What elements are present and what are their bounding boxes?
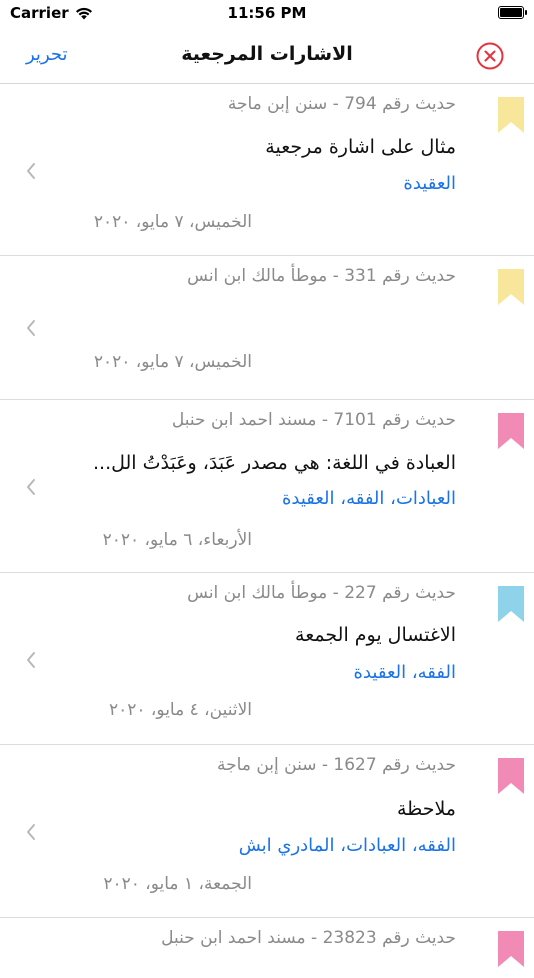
nav-bar: تحرير الاشارات المرجعية: [0, 26, 534, 84]
bookmark-row[interactable]: حديث رقم 794 - سنن إبن ماجة مثال على اشار…: [0, 84, 534, 256]
page-title: الاشارات المرجعية: [181, 43, 353, 65]
bookmark-icon: [498, 758, 524, 794]
bookmark-row[interactable]: حديث رقم 331 - موطأ مالك ابن انس الخميس، …: [0, 256, 534, 400]
bookmark-tags[interactable]: العقيدة: [403, 173, 456, 194]
bookmark-tags[interactable]: الفقه، العقيدة: [354, 662, 456, 683]
hadith-reference: حديث رقم 23823 - مسند احمد ابن حنبل: [161, 928, 456, 948]
bookmark-list: حديث رقم 794 - سنن إبن ماجة مثال على اشار…: [0, 84, 534, 978]
bookmark-note: ملاحظة: [396, 798, 456, 820]
chevron-left-icon[interactable]: [24, 318, 38, 338]
hadith-reference: حديث رقم 1627 - سنن إبن ماجة: [217, 755, 456, 775]
bookmark-row[interactable]: حديث رقم 1627 - سنن إبن ماجة ملاحظة الفقه،…: [0, 745, 534, 918]
bookmark-note: مثال على اشارة مرجعية: [265, 136, 456, 158]
bookmark-tags[interactable]: العبادات، الفقه، العقيدة: [282, 488, 456, 509]
bookmark-row[interactable]: حديث رقم 227 - موطأ مالك ابن انس الاغتسال…: [0, 573, 534, 745]
status-right: [498, 6, 527, 19]
status-time: 11:56 PM: [227, 4, 307, 22]
bookmark-date: الخميس، ٧ مايو، ٢٠٢٠: [93, 352, 252, 372]
status-bar: Carrier 11:56 PM: [0, 0, 534, 26]
chevron-left-icon[interactable]: [24, 161, 38, 181]
battery-icon: [498, 6, 527, 19]
bookmark-icon: [498, 269, 524, 305]
bookmark-row[interactable]: حديث رقم 23823 - مسند احمد ابن حنبل: [0, 918, 534, 978]
chevron-left-icon[interactable]: [24, 477, 38, 497]
bookmark-icon: [498, 413, 524, 449]
bookmark-icon: [498, 97, 524, 133]
hadith-reference: حديث رقم 794 - سنن إبن ماجة: [227, 94, 456, 114]
bookmark-tags[interactable]: الفقه، العبادات، المادري ابش: [239, 835, 456, 856]
bookmark-date: الخميس، ٧ مايو، ٢٠٢٠: [93, 212, 252, 232]
bookmark-date: الجمعة، ١ مايو، ٢٠٢٠: [103, 874, 252, 894]
bookmark-icon: [498, 931, 524, 967]
close-icon[interactable]: [476, 42, 504, 70]
bookmark-note: الاغتسال يوم الجمعة: [295, 624, 456, 646]
bookmark-row[interactable]: حديث رقم 7101 - مسند احمد ابن حنبل العباد…: [0, 400, 534, 573]
bookmark-date: الأربعاء، ٦ مايو، ٢٠٢٠: [102, 530, 252, 550]
hadith-reference: حديث رقم 227 - موطأ مالك ابن انس: [187, 583, 456, 603]
bookmark-date: الاثنين، ٤ مايو، ٢٠٢٠: [108, 700, 252, 720]
bookmark-note: العبادة في اللغة: هي مصدر عَبَدَ، وعَبَد…: [93, 452, 456, 474]
hadith-reference: حديث رقم 331 - موطأ مالك ابن انس: [187, 266, 456, 286]
chevron-left-icon[interactable]: [24, 650, 38, 670]
chevron-left-icon[interactable]: [24, 822, 38, 842]
bookmark-icon: [498, 586, 524, 622]
hadith-reference: حديث رقم 7101 - مسند احمد ابن حنبل: [171, 410, 456, 430]
